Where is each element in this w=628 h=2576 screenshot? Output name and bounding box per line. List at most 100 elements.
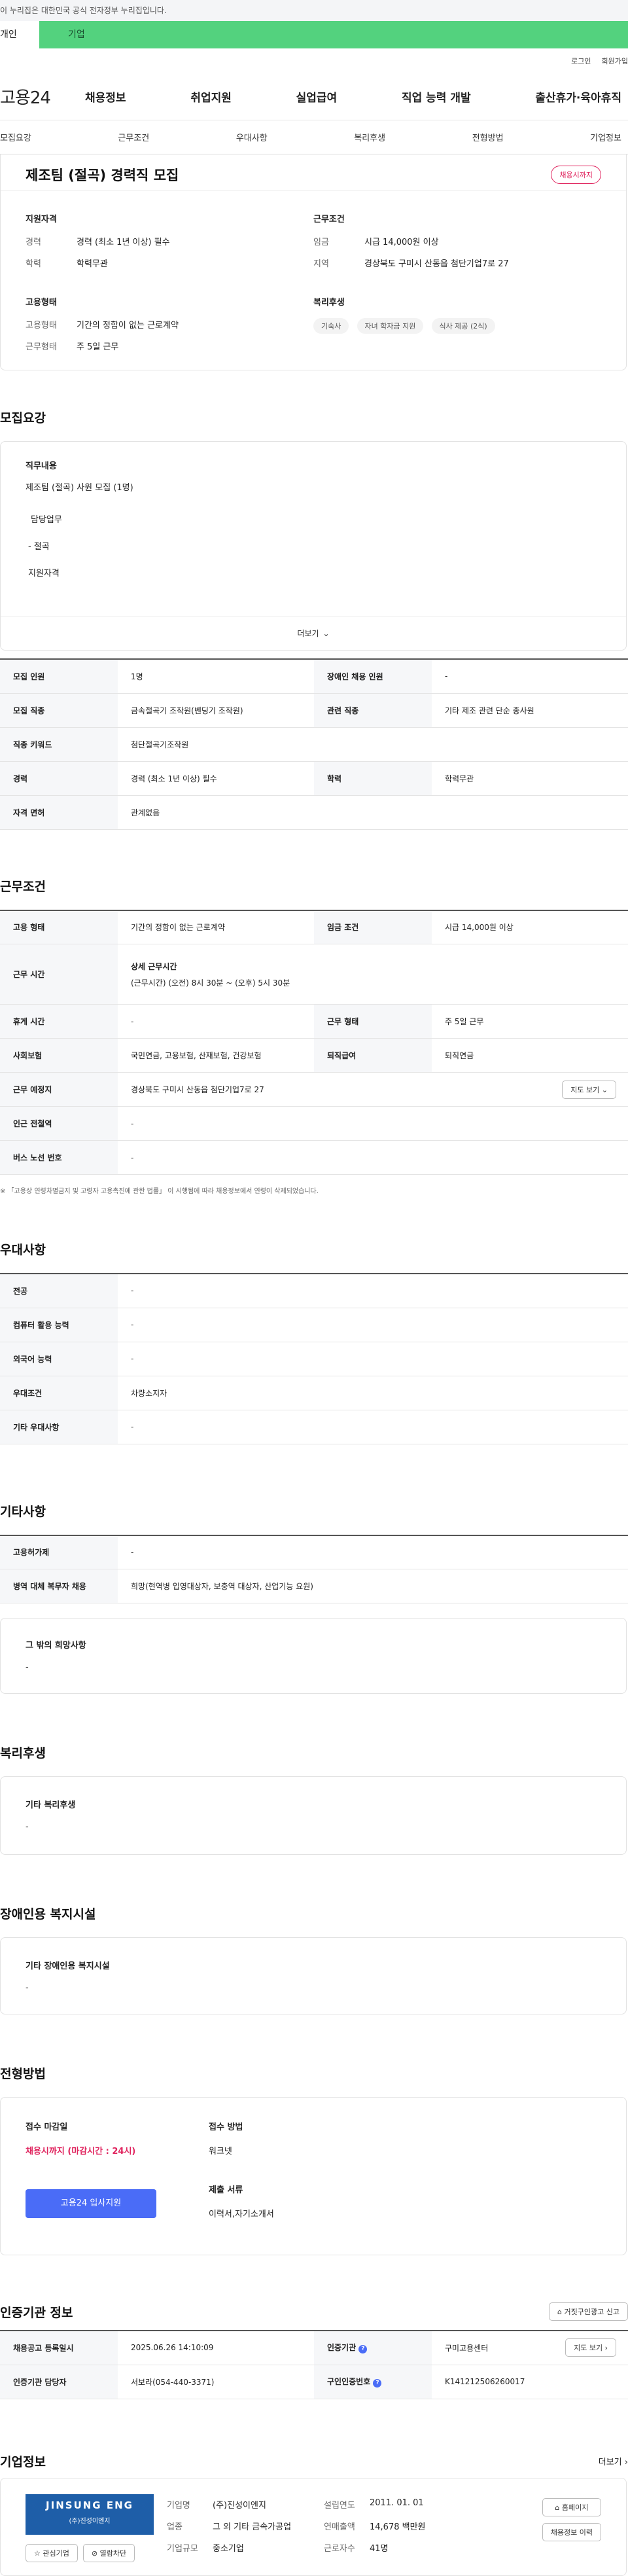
tab-welfare[interactable]: 복리후생 xyxy=(354,131,385,143)
homepage-button[interactable]: ⌂ 홈페이지 xyxy=(542,2497,601,2516)
cell-value: - xyxy=(432,659,628,694)
map-button[interactable]: 지도 보기 ⌄ xyxy=(562,1080,616,1099)
table-row: 경력 경력 (최소 1년 이상) 필수 학력 학력무관 xyxy=(0,761,628,796)
company-more-link[interactable]: 더보기 › xyxy=(599,2455,628,2467)
table-row: 전공 - xyxy=(0,1274,628,1308)
tab-company[interactable]: 기업 xyxy=(39,21,628,48)
login-link[interactable]: 로그인 xyxy=(571,56,591,66)
company-label: 기업명 xyxy=(167,2500,190,2511)
summary-card: 제조팀 (절곡) 경력직 모집 채용시까지 지원자격 경력 경력 (최소 1년 이… xyxy=(0,154,627,370)
cell-value: - xyxy=(118,1308,628,1342)
disabled-box-value: - xyxy=(26,1983,29,1993)
qual-edu-label: 학력 xyxy=(26,259,41,269)
cell-label: 채용공고 등록일시 xyxy=(0,2331,118,2365)
company-label: 기업규모 xyxy=(167,2543,198,2554)
cell-label: 경력 xyxy=(0,761,118,796)
table-row: 인증기관 담당자 서보라(054-440-3371) 구인인증번호 ? K141212… xyxy=(0,2365,628,2399)
tab-pref[interactable]: 우대사항 xyxy=(236,131,268,143)
emp-title: 고용형태 xyxy=(26,298,57,308)
docs-value: 이력서,자기소개서 xyxy=(209,2209,274,2219)
cell-label: 임금 조건 xyxy=(314,910,432,944)
more-button[interactable]: 더보기 ⌄ xyxy=(1,616,626,650)
company-value: 41명 xyxy=(370,2543,389,2554)
user-tabs: 개인 기업 xyxy=(0,21,628,48)
gnb-item-parental-leave[interactable]: 출산휴가·육아휴직 xyxy=(535,88,621,105)
more-label: 더보기 xyxy=(297,629,319,638)
cell-value: 퇴직연금 xyxy=(432,1038,628,1073)
etc-box-title: 그 밖의 희망사항 xyxy=(26,1641,86,1651)
cell-label: 직종 키워드 xyxy=(0,727,118,762)
disabled-box-title: 기타 장애인용 복지시설 xyxy=(26,1961,110,1971)
cond-region-label: 지역 xyxy=(313,259,329,269)
cell-value: 2025.06.26 14:10:09 xyxy=(118,2331,314,2365)
gnb-item-jobs[interactable]: 채용정보 xyxy=(85,88,126,105)
gnb-item-employment-support[interactable]: 취업지원 xyxy=(190,88,232,105)
tab-company-info[interactable]: 기업정보 xyxy=(590,131,621,143)
table-row: 모집 인원 1명 장애인 채용 인원 - xyxy=(0,659,628,694)
cell-value: 학력무관 xyxy=(432,761,628,796)
report-button[interactable]: ⌂ 거짓구인광고 신고 xyxy=(549,2302,628,2321)
section-title-agency: 인증기관 정보 xyxy=(0,2305,73,2320)
company-card: JINSUNG ENG (주)진성이엔지 ☆ 관심기업 ⊘ 열람차단 기업명 (주… xyxy=(0,2477,627,2576)
company-value: 2011. 01. 01 xyxy=(370,2497,424,2508)
tab-work[interactable]: 근무조건 xyxy=(118,131,149,143)
gnb: 고용24 채용정보 취업지원 실업급여 직업 능력 개발 출산휴가·육아휴직 xyxy=(0,73,628,120)
cell-label: 인근 전철역 xyxy=(0,1106,118,1141)
cell-value: - xyxy=(118,1410,628,1444)
cell-label: 모집 직종 xyxy=(0,693,118,728)
cell-label: 근무 형태 xyxy=(314,1004,432,1039)
gnb-item-vocational-training[interactable]: 직업 능력 개발 xyxy=(402,88,471,105)
table-row: 사회보험 국민연금, 고용보험, 산재보험, 건강보험 퇴직급여 퇴직연금 xyxy=(0,1038,628,1073)
duty-line: 지원자격 xyxy=(28,569,60,579)
cell-value: 1명 xyxy=(118,659,314,694)
cell-label: 장애인 채용 인원 xyxy=(314,659,432,694)
duty-card: 직무내용 제조팀 (절곡) 사원 모집 (1명) 담당업무 - 절곡 지원자격 … xyxy=(0,441,627,651)
hours-text: (근무시간) (오전) 8시 30분 ~ (오후) 5시 30분 xyxy=(131,978,290,988)
company-label: 설립연도 xyxy=(324,2500,355,2511)
company-logo-sub: (주)진성이엔지 xyxy=(69,2517,111,2525)
company-value: 14,678 백만원 xyxy=(370,2522,426,2532)
pref-table: 전공 - 컴퓨터 활용 능력 - 외국어 능력 - 우대조건 차량소지자 기타 우대사항… xyxy=(0,1273,628,1444)
cell-value: K141212506260017 xyxy=(432,2365,628,2399)
deadline-value: 채용시까지 (마감시간 : 24시) xyxy=(26,2147,136,2156)
fav-button[interactable]: ☆ 관심기업 xyxy=(26,2543,78,2562)
join-link[interactable]: 회원가입 xyxy=(602,56,628,66)
company-value: 그 외 기타 금속가공업 xyxy=(213,2522,292,2532)
tab-individual[interactable]: 개인 xyxy=(0,21,39,48)
info-icon[interactable]: ? xyxy=(358,2345,368,2354)
table-row: 우대조건 차량소지자 xyxy=(0,1376,628,1410)
history-button[interactable]: 채용정보 이력 xyxy=(542,2522,601,2541)
company-more-label: 더보기 xyxy=(598,2458,622,2467)
gnb-item-unemployment-benefit[interactable]: 실업급여 xyxy=(296,88,338,105)
cell-value: 국민연금, 고용보험, 산재보험, 건강보험 xyxy=(118,1038,314,1073)
cell-label: 인증기관 담당자 xyxy=(0,2365,118,2399)
history-label: 채용정보 이력 xyxy=(550,2528,593,2537)
hours-cell: 상세 근무시간 (근무시간) (오전) 8시 30분 ~ (오후) 5시 30분 xyxy=(118,944,628,1005)
hours-title: 상세 근무시간 xyxy=(131,961,177,971)
disabled-box: 기타 장애인용 복지시설 - xyxy=(0,1937,627,2014)
block-button[interactable]: ⊘ 열람차단 xyxy=(82,2543,135,2562)
cell-value: 관계없음 xyxy=(118,795,628,830)
duty-text: 제조팀 (절곡) 사원 모집 (1명) xyxy=(26,483,133,493)
fav-button-label: 관심기업 xyxy=(43,2549,69,2558)
cell-label: 학력 xyxy=(314,761,432,796)
tab-recruit[interactable]: 모집요강 xyxy=(0,131,31,143)
chevron-down-icon: ⌄ xyxy=(323,628,330,638)
cell-label: 사회보험 xyxy=(0,1038,118,1073)
page-tabs: 모집요강 근무조건 우대사항 복리후생 전형방법 기업정보 xyxy=(0,120,628,154)
cell-label: 관련 직종 xyxy=(314,693,432,728)
cell-value: 첨단절곡기조작원 xyxy=(118,727,628,762)
agency-map-button[interactable]: 지도 보기 › xyxy=(565,2338,616,2357)
agency-table: 채용공고 등록일시 2025.06.26 14:10:09 인증기관 ? 구미고용센터… xyxy=(0,2330,628,2399)
logo[interactable]: 고용24 xyxy=(0,84,85,109)
tab-selection[interactable]: 전형방법 xyxy=(472,131,504,143)
block-button-label: 열람차단 xyxy=(99,2549,127,2558)
welfare-title: 복리후생 xyxy=(313,298,345,308)
qual-title: 지원자격 xyxy=(26,215,57,224)
table-row: 버스 노선 번호 - xyxy=(0,1140,628,1175)
apply-button[interactable]: 고용24 입사지원 xyxy=(26,2189,156,2218)
info-icon[interactable]: ? xyxy=(373,2379,382,2388)
table-row: 인근 전철역 - xyxy=(0,1106,628,1141)
duty-title: 직무내용 xyxy=(26,461,57,471)
cell-value: - xyxy=(118,1004,314,1039)
